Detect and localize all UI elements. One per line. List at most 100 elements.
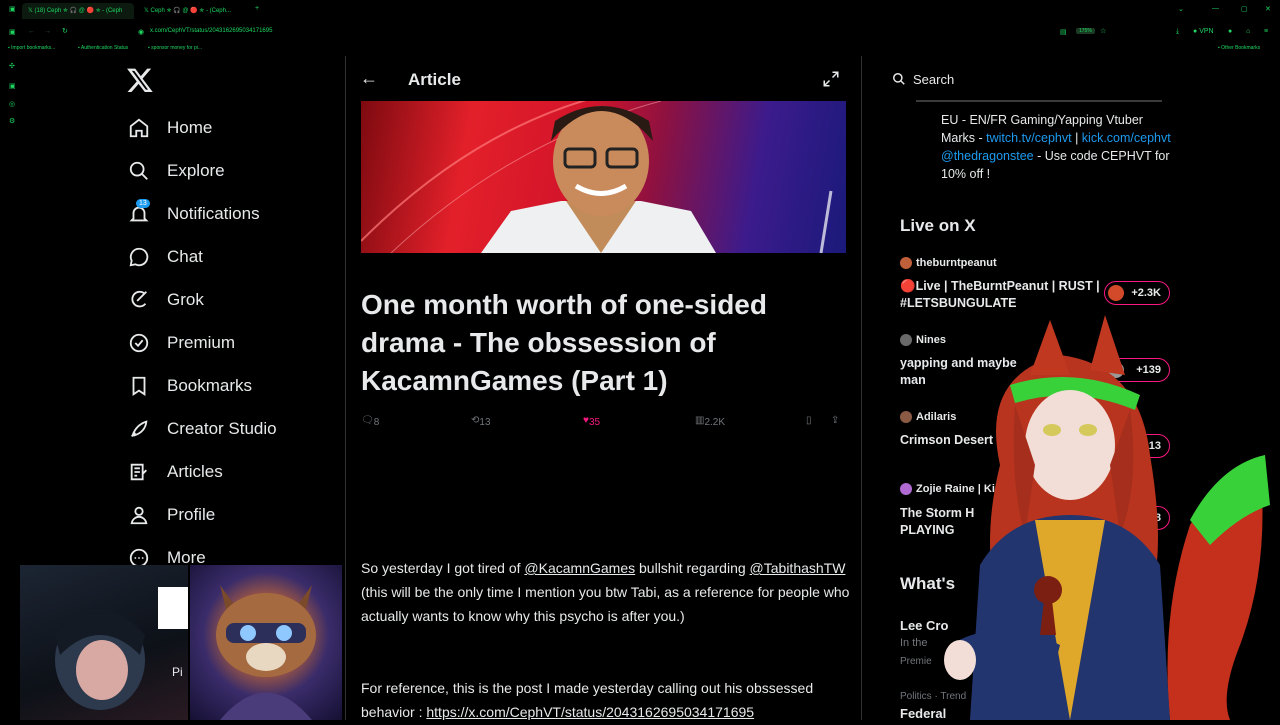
home-icon bbox=[128, 117, 150, 139]
bio-link[interactable]: twitch.tv/cephvt bbox=[986, 131, 1071, 145]
panel-icon[interactable]: ⚙ bbox=[9, 117, 15, 125]
webcam-overlay-raccoon bbox=[190, 565, 342, 720]
bell-icon: 13 bbox=[128, 199, 150, 225]
zoom-indicator[interactable]: 175% bbox=[1076, 28, 1095, 34]
nav-label: Bookmarks bbox=[167, 376, 253, 395]
vpn-button[interactable]: ● VPN bbox=[1193, 28, 1214, 35]
mention-link[interactable]: @KacamnGames bbox=[524, 560, 635, 576]
banner-illustration bbox=[361, 101, 833, 253]
avatar bbox=[1108, 285, 1124, 301]
nav-label: Explore bbox=[167, 161, 225, 180]
bookmark-folder[interactable]: ▪ Other Bookmarks bbox=[1218, 45, 1260, 51]
nav-label: Articles bbox=[167, 462, 223, 481]
trend-meta: In the bbox=[900, 637, 928, 649]
nav-label: Creator Studio bbox=[167, 419, 277, 438]
bookmark-star-icon[interactable]: ☆ bbox=[1100, 27, 1106, 35]
bio-link[interactable]: kick.com/cephvt bbox=[1082, 131, 1171, 145]
tab-title: (18) Ceph ✯ 🎧 @ 🔴 ✯ - (Ceph bbox=[34, 8, 123, 14]
extension-icon[interactable]: ● bbox=[1228, 28, 1232, 35]
tab-search-icon[interactable]: ⌄ bbox=[1178, 5, 1184, 13]
x-logo-icon[interactable] bbox=[126, 66, 154, 94]
paragraph-text: (this will be the only time I mention yo… bbox=[361, 584, 850, 624]
wallet-icon[interactable]: ⌂ bbox=[1246, 28, 1250, 35]
search-placeholder: Search bbox=[913, 71, 955, 87]
menu-icon[interactable]: ≡ bbox=[1264, 28, 1268, 35]
nav-creator-studio[interactable]: Creator Studio bbox=[128, 414, 277, 444]
bookmark-item[interactable]: ▪ sponsor money for pi... bbox=[148, 45, 202, 51]
like-count: 35 bbox=[588, 417, 601, 428]
reply-button[interactable]: 🗨 8 bbox=[361, 415, 379, 428]
browser-tab[interactable]: 𝕏 Ceph ✯ 🎧 @ 🔴 ✯ - (Ceph... bbox=[138, 3, 250, 19]
search-icon bbox=[128, 160, 150, 182]
white-card bbox=[158, 587, 188, 629]
nav-explore[interactable]: Explore bbox=[128, 156, 225, 186]
site-info-icon[interactable]: ◉ bbox=[138, 28, 144, 36]
nav-articles[interactable]: Articles bbox=[128, 457, 223, 487]
nav-home[interactable]: Home bbox=[128, 113, 212, 143]
bookmark-item[interactable]: ▪ Import bookmarks... bbox=[8, 45, 55, 51]
mention-link[interactable]: @TabithashTW bbox=[750, 560, 846, 576]
panel-icon[interactable]: ◎ bbox=[9, 100, 15, 108]
profile-icon bbox=[128, 504, 150, 526]
live-title[interactable]: 🔴Live | TheBurntPeanut | RUST | #LETSBUN… bbox=[900, 278, 1100, 312]
nav-chat[interactable]: Chat bbox=[128, 242, 203, 272]
anime-avatar-image bbox=[55, 610, 145, 710]
page-title: Article bbox=[408, 70, 461, 89]
nav-notifications[interactable]: 13 Notifications bbox=[128, 199, 260, 229]
nav-grok[interactable]: Grok bbox=[128, 285, 204, 315]
download-icon[interactable]: ⤓ bbox=[1176, 28, 1179, 36]
reader-icon[interactable]: ▤ bbox=[1060, 28, 1067, 36]
sidebar-toggle-icon[interactable]: ▣ bbox=[9, 28, 16, 36]
bookmark-icon bbox=[128, 375, 150, 397]
avatar bbox=[900, 483, 912, 495]
live-viewer-count[interactable]: +2.3K bbox=[1104, 281, 1170, 305]
view-count: 2.2K bbox=[704, 417, 726, 428]
browser-menu-icon[interactable]: ▣ bbox=[9, 5, 16, 13]
nav-label: Premium bbox=[167, 333, 236, 352]
reload-icon[interactable]: ↻ bbox=[62, 27, 68, 35]
minimize-button[interactable]: — bbox=[1212, 5, 1219, 12]
vtuber-avatar-overlay bbox=[944, 315, 1270, 720]
like-button[interactable]: ♥ 35 bbox=[583, 415, 600, 428]
search-icon bbox=[893, 73, 905, 85]
live-user[interactable]: theburntpeanut bbox=[900, 257, 997, 269]
url-text[interactable]: x.com/CephVT/status/2043162695034171695 bbox=[150, 28, 272, 34]
bookmark-item[interactable]: ▪ Authentication Status bbox=[78, 45, 128, 51]
webcam-overlay-left bbox=[20, 565, 188, 720]
nav-premium[interactable]: Premium bbox=[128, 328, 235, 358]
article-banner-image bbox=[361, 101, 846, 253]
paragraph-text: bullshit regarding bbox=[635, 560, 750, 576]
bio-link[interactable]: @thedragonstee bbox=[941, 149, 1034, 163]
views-button[interactable]: ▥ 2.2K bbox=[695, 415, 725, 428]
live-username: theburntpeanut bbox=[916, 257, 997, 269]
paragraph-text: So yesterday I got tired of bbox=[361, 560, 525, 576]
maximize-button[interactable]: ▢ bbox=[1241, 5, 1248, 13]
post-link[interactable]: https://x.com/CephVT/status/204316269503… bbox=[426, 704, 754, 720]
close-window-button[interactable]: ✕ bbox=[1265, 5, 1271, 13]
bookmark-label: sponsor money for pi... bbox=[151, 45, 203, 51]
chat-icon bbox=[128, 246, 150, 268]
article-action-bar: 🗨 8 ⟲ 13 ♥ 35 ▥ 2.2K ▯ ⇪ bbox=[361, 413, 846, 431]
repost-count: 13 bbox=[479, 417, 491, 428]
nav-bookmarks[interactable]: Bookmarks bbox=[128, 371, 252, 401]
panel-icon[interactable]: ✣ bbox=[9, 62, 15, 70]
trend-meta: Premie bbox=[900, 656, 932, 667]
bookmark-action-icon[interactable]: ▯ bbox=[806, 415, 812, 426]
browser-tab-active[interactable]: 𝕏 (18) Ceph ✯ 🎧 @ 🔴 ✯ - (Ceph bbox=[22, 3, 134, 19]
divider bbox=[916, 100, 1162, 102]
nav-profile[interactable]: Profile bbox=[128, 500, 215, 530]
tab-title: Ceph ✯ 🎧 @ 🔴 ✯ - (Ceph... bbox=[150, 8, 231, 14]
nav-label: Notifications bbox=[167, 204, 260, 223]
back-nav-icon[interactable]: ← bbox=[28, 28, 35, 35]
search-bar[interactable]: Search bbox=[892, 66, 1164, 92]
repost-button[interactable]: ⟲ 13 bbox=[471, 415, 491, 428]
new-tab-button[interactable]: + bbox=[255, 5, 259, 12]
article-paragraph-2: For reference, this is the post I made y… bbox=[361, 676, 851, 724]
nav-label: Chat bbox=[167, 247, 203, 266]
panel-icon[interactable]: ▣ bbox=[9, 82, 16, 90]
forward-nav-icon[interactable]: → bbox=[44, 28, 51, 35]
expand-icon[interactable] bbox=[822, 70, 840, 88]
vpn-label: VPN bbox=[1199, 28, 1214, 35]
share-icon[interactable]: ⇪ bbox=[831, 415, 839, 426]
back-arrow-icon[interactable]: ← bbox=[360, 68, 378, 89]
